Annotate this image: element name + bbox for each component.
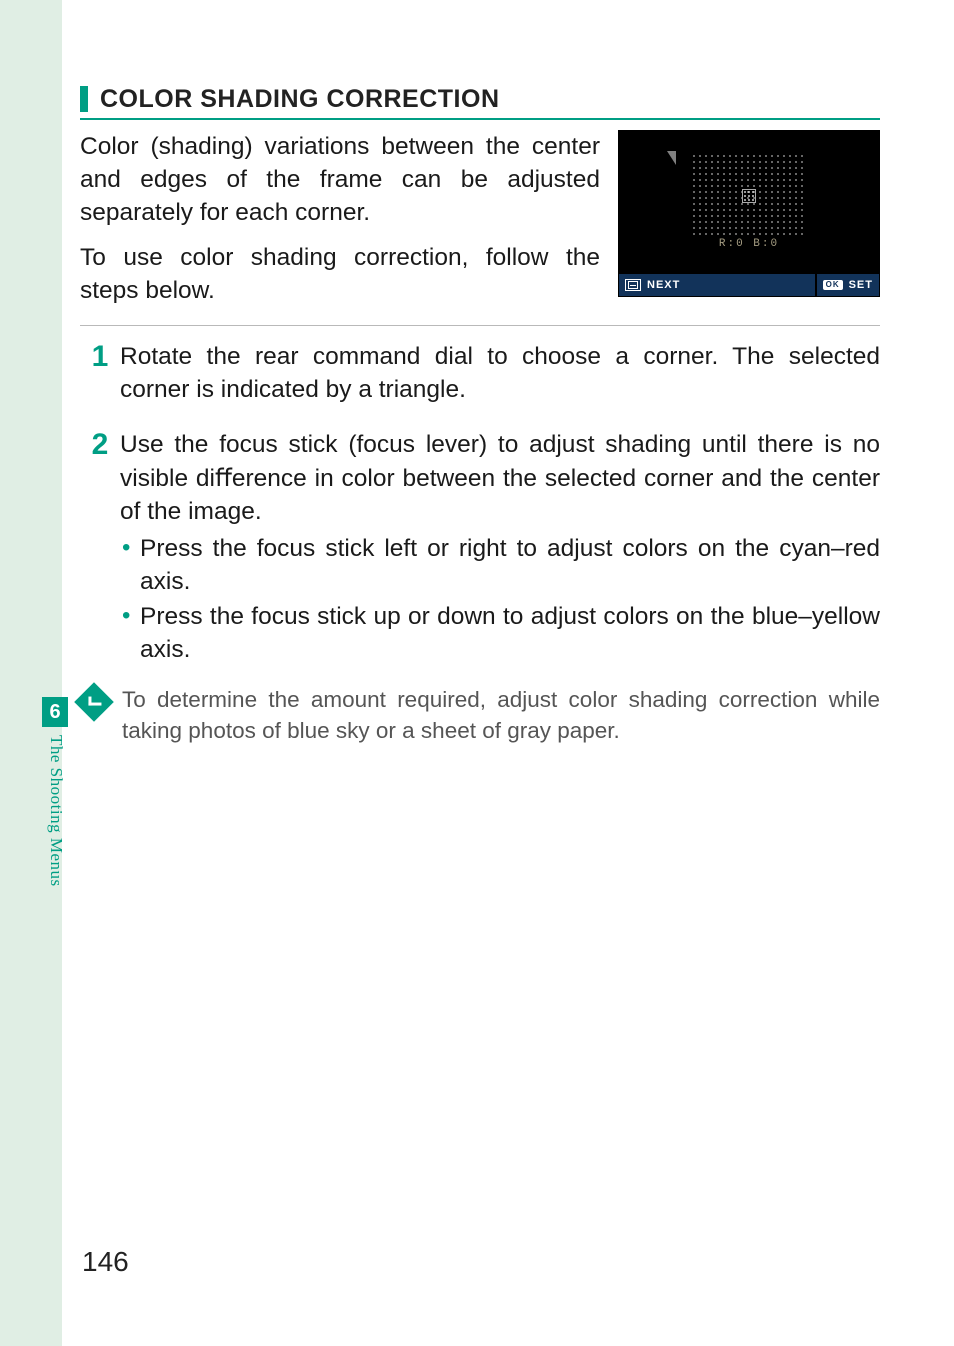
chapter-label: The Shooting Menus bbox=[46, 735, 66, 887]
section-title: COLOR SHADING CORRECTION bbox=[100, 85, 500, 114]
lcd-next-segment: NEXT bbox=[619, 279, 686, 291]
rb-value-label: R:0 B:0 bbox=[619, 238, 879, 250]
page-number: 146 bbox=[82, 1246, 129, 1278]
steps-list: 1 Rotate the rear command dial to choose… bbox=[80, 340, 880, 666]
section-heading: COLOR SHADING CORRECTION bbox=[80, 85, 880, 120]
page-content: COLOR SHADING CORRECTION Color (shading)… bbox=[80, 85, 880, 747]
intro-row: Color (shading) variations between the c… bbox=[80, 130, 880, 307]
rear-dial-icon bbox=[625, 279, 641, 291]
intro-paragraph: Color (shading) variations between the c… bbox=[80, 130, 600, 229]
chapter-number: 6 bbox=[49, 701, 60, 724]
step-body: Use the focus stick (focus lever) to adj… bbox=[120, 428, 880, 665]
step-number: 2 bbox=[80, 428, 120, 665]
step-number: 1 bbox=[80, 340, 120, 410]
section-divider bbox=[80, 325, 880, 326]
intro-paragraph: To use color shading correction, follow … bbox=[80, 241, 600, 307]
lcd-preview-figure: R:0 B:0 NEXT OK SET bbox=[618, 130, 880, 297]
center-marker-icon bbox=[742, 189, 756, 203]
corner-triangle-icon bbox=[667, 151, 676, 165]
sample-grid bbox=[691, 153, 807, 239]
lcd-screen-area: R:0 B:0 bbox=[619, 131, 879, 274]
heading-accent-bar bbox=[80, 86, 88, 112]
step-item: 1 Rotate the rear command dial to choose… bbox=[80, 340, 880, 410]
tip-note: To determine the amount required, adjust… bbox=[80, 684, 880, 747]
bullet-item: Press the focus stick left or right to a… bbox=[120, 532, 880, 598]
lcd-set-label: SET bbox=[849, 279, 873, 291]
step-bullets: Press the focus stick left or right to a… bbox=[120, 532, 880, 666]
step-text: Use the focus stick (focus lever) to adj… bbox=[120, 428, 880, 527]
chapter-number-tab: 6 bbox=[42, 697, 68, 727]
tip-icon bbox=[74, 682, 114, 722]
lcd-action-bar: NEXT OK SET bbox=[619, 274, 879, 296]
tip-text: To determine the amount required, adjust… bbox=[122, 684, 880, 747]
lcd-set-segment: OK SET bbox=[817, 279, 879, 291]
step-text: Rotate the rear command dial to choose a… bbox=[120, 340, 880, 406]
ok-badge-icon: OK bbox=[823, 280, 843, 290]
page-margin-strip bbox=[0, 0, 62, 1346]
step-body: Rotate the rear command dial to choose a… bbox=[120, 340, 880, 410]
step-item: 2 Use the focus stick (focus lever) to a… bbox=[80, 428, 880, 665]
bullet-item: Press the focus stick up or down to adju… bbox=[120, 600, 880, 666]
lcd-next-label: NEXT bbox=[647, 279, 680, 291]
intro-text: Color (shading) variations between the c… bbox=[80, 130, 600, 307]
